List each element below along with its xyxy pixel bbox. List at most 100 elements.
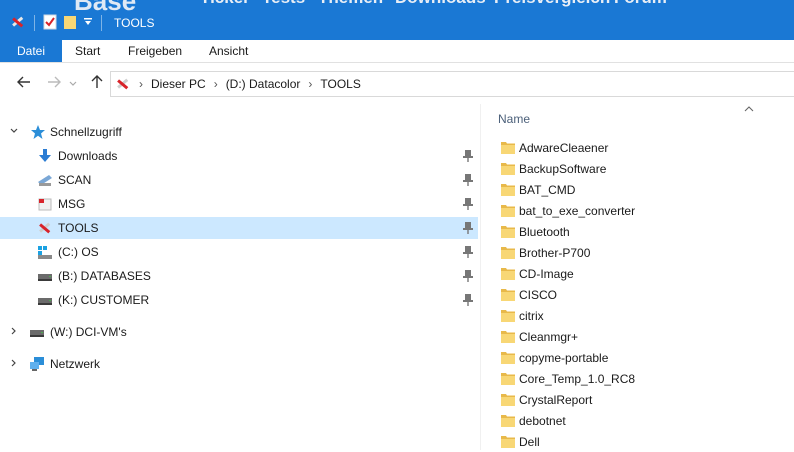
- folder-icon: [501, 225, 515, 238]
- forward-arrow-icon: [47, 76, 61, 91]
- up-button[interactable]: [87, 73, 107, 93]
- message-icon: [37, 196, 53, 212]
- breadcrumb-separator-icon: ›: [308, 77, 313, 91]
- collapsed-chevron-icon[interactable]: [9, 358, 19, 371]
- pin-icon[interactable]: [462, 221, 474, 235]
- chevron-down-icon: [69, 76, 77, 90]
- file-row[interactable]: Brother-P700: [499, 242, 789, 263]
- file-row[interactable]: BackupSoftware: [499, 158, 789, 179]
- background-nav-link: Themen: [318, 0, 383, 8]
- back-button[interactable]: [14, 73, 34, 93]
- folder-icon: [501, 414, 515, 427]
- file-row[interactable]: citrix: [499, 305, 789, 326]
- sort-ascending-icon: [744, 104, 754, 116]
- breadcrumb-this-pc[interactable]: Dieser PC: [151, 77, 206, 91]
- tools-app-icon[interactable]: [10, 14, 26, 33]
- tab-datei[interactable]: Datei: [0, 40, 62, 62]
- collapsed-chevron-icon[interactable]: [9, 326, 19, 339]
- file-row[interactable]: CrystalReport: [499, 389, 789, 410]
- file-row[interactable]: CD-Image: [499, 263, 789, 284]
- tree-label: Schnellzugriff: [50, 125, 122, 139]
- folder-icon: [501, 330, 515, 343]
- expanded-chevron-icon[interactable]: [9, 126, 19, 139]
- tree-label: Netzwerk: [50, 357, 101, 371]
- tree-label: MSG: [58, 197, 86, 211]
- tree-item-scan[interactable]: SCAN: [0, 169, 478, 191]
- file-row[interactable]: bat_to_exe_converter: [499, 200, 789, 221]
- address-bar[interactable]: › Dieser PC › (D:) Datacolor › TOOLS: [110, 71, 794, 97]
- column-header-name[interactable]: Name: [498, 112, 530, 126]
- file-row[interactable]: Bluetooth: [499, 221, 789, 242]
- tab-ansicht[interactable]: Ansicht: [209, 40, 248, 62]
- pin-icon[interactable]: [462, 293, 474, 307]
- file-row[interactable]: CISCO: [499, 284, 789, 305]
- file-name: bat_to_exe_converter: [519, 203, 636, 218]
- breadcrumb-separator-icon: ›: [213, 77, 218, 91]
- folder-icon: [501, 309, 515, 322]
- breadcrumb-tools[interactable]: TOOLS: [320, 77, 360, 91]
- tree-item-downloads[interactable]: Downloads: [0, 145, 478, 167]
- folder-icon: [501, 204, 515, 217]
- tab-start[interactable]: Start: [75, 40, 100, 62]
- download-arrow-icon: [37, 148, 53, 164]
- file-name: Core_Temp_1.0_RC8: [519, 371, 636, 386]
- recent-locations-button[interactable]: [66, 73, 80, 93]
- quick-access-toolbar: [10, 14, 104, 32]
- tree-label: (K:) CUSTOMER: [58, 293, 150, 307]
- tree-item-drive-b[interactable]: (B:) DATABASES: [0, 265, 478, 287]
- tab-freigeben[interactable]: Freigeben: [128, 40, 182, 62]
- tree-item-network[interactable]: Netzwerk: [0, 353, 478, 375]
- pin-icon[interactable]: [462, 245, 474, 259]
- forward-button[interactable]: [44, 73, 64, 93]
- tree-item-drive-c[interactable]: (C:) OS: [0, 241, 478, 263]
- file-name: Bluetooth: [519, 224, 570, 239]
- file-name: citrix: [519, 308, 544, 323]
- tree-label: SCAN: [58, 173, 92, 187]
- tree-item-drive-w[interactable]: (W:) DCI-VM's: [0, 321, 478, 343]
- pin-icon[interactable]: [462, 269, 474, 283]
- file-name: copyme-portable: [519, 350, 609, 365]
- tools-icon: [37, 220, 53, 236]
- tree-item-tools[interactable]: TOOLS: [0, 217, 478, 239]
- file-name: Brother-P700: [519, 245, 591, 260]
- file-list: Name AdwareCleaener BackupSoftware BAT_CMD…: [481, 104, 794, 450]
- breadcrumb-drive-d[interactable]: (D:) Datacolor: [226, 77, 301, 91]
- file-row[interactable]: copyme-portable: [499, 347, 789, 368]
- folder-icon: [501, 351, 515, 364]
- folder-icon: [501, 372, 515, 385]
- pin-icon[interactable]: [462, 173, 474, 187]
- pin-icon[interactable]: [462, 197, 474, 211]
- network-drive-icon: [37, 268, 53, 284]
- new-folder-icon[interactable]: [63, 14, 77, 33]
- pin-icon[interactable]: [462, 149, 474, 163]
- folder-icon: [501, 183, 515, 196]
- tree-label: Downloads: [58, 149, 118, 163]
- navigation-bar: › Dieser PC › (D:) Datacolor › TOOLS: [0, 63, 794, 103]
- folder-icon: [501, 267, 515, 280]
- file-name: debotnet: [519, 413, 566, 428]
- file-row[interactable]: Dell: [499, 431, 789, 452]
- file-row[interactable]: Cleanmgr+: [499, 326, 789, 347]
- tree-label: (C:) OS: [58, 245, 99, 259]
- folder-icon: [501, 288, 515, 301]
- network-icon: [29, 356, 45, 372]
- properties-icon[interactable]: [43, 14, 57, 33]
- windows-drive-icon: [37, 244, 53, 260]
- qat-dropdown-icon[interactable]: [83, 16, 93, 30]
- navigation-pane: Schnellzugriff Downloads SCAN MSG TOOLS …: [0, 104, 480, 450]
- network-drive-icon: [29, 324, 45, 340]
- folder-icon: [501, 246, 515, 259]
- background-nav-link: Tests: [262, 0, 305, 8]
- file-name: Dell: [519, 434, 540, 449]
- file-name: BAT_CMD: [519, 182, 576, 197]
- tree-item-drive-k[interactable]: (K:) CUSTOMER: [0, 289, 478, 311]
- file-row[interactable]: AdwareCleaener: [499, 137, 789, 158]
- file-name: CD-Image: [519, 266, 574, 281]
- folder-icon: [501, 141, 515, 154]
- file-row[interactable]: debotnet: [499, 410, 789, 431]
- background-nav-link: Forum: [614, 0, 667, 8]
- file-row[interactable]: BAT_CMD: [499, 179, 789, 200]
- tree-item-msg[interactable]: MSG: [0, 193, 478, 215]
- tree-item-quick-access[interactable]: Schnellzugriff: [0, 121, 478, 143]
- file-row[interactable]: Core_Temp_1.0_RC8: [499, 368, 789, 389]
